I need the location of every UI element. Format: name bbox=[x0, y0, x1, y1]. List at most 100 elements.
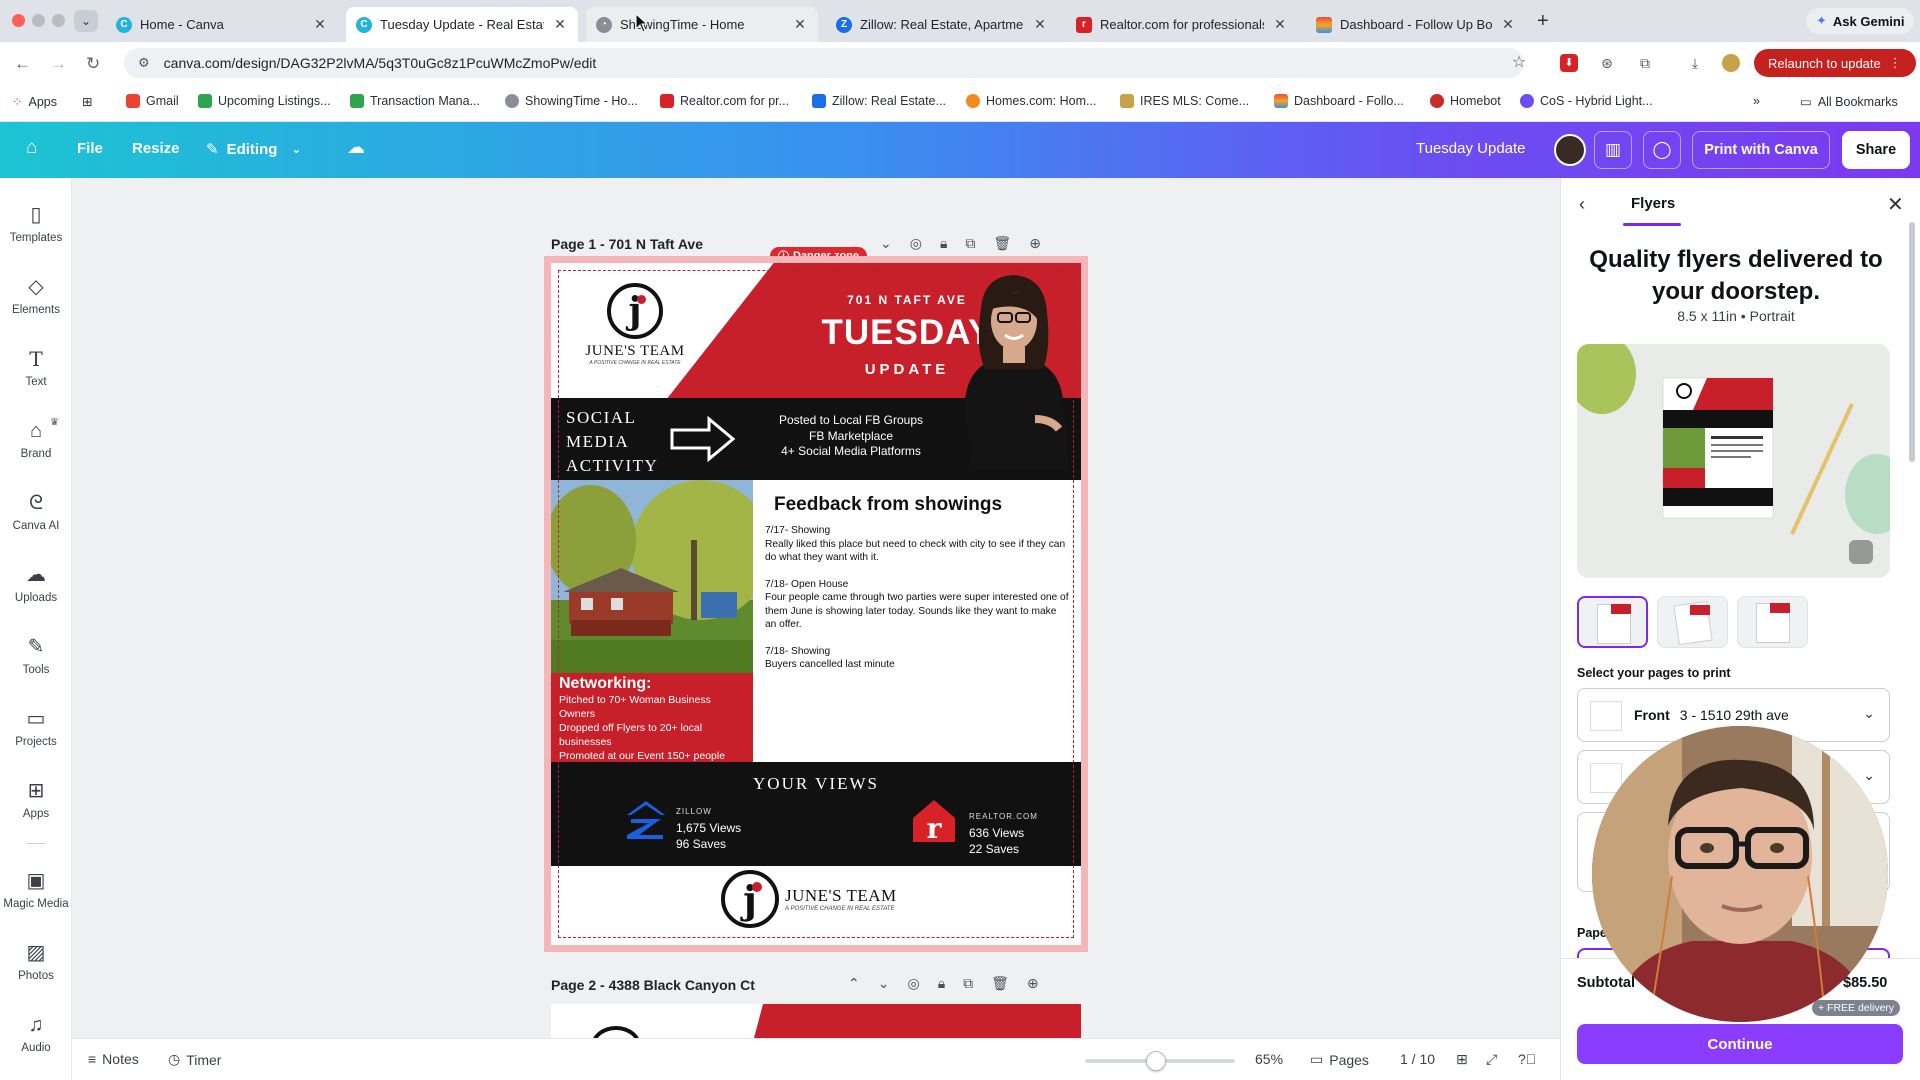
maximize-window-button[interactable] bbox=[52, 14, 65, 27]
social-media-list[interactable]: Posted to Local FB Groups FB Marketplace… bbox=[751, 413, 951, 460]
close-tab-icon[interactable]: ✕ bbox=[552, 16, 568, 33]
bookmark-gmail[interactable]: Gmail bbox=[126, 94, 179, 108]
profile-avatar-icon[interactable] bbox=[1722, 54, 1740, 72]
bookmark-zillow[interactable]: Zillow: Real Estate... bbox=[812, 94, 946, 108]
feedback-section[interactable]: Feedback from showings 7/17- Showing Rea… bbox=[753, 480, 1081, 762]
sidebar-item-canva-ai[interactable]: ᘓ Canva AI bbox=[0, 490, 72, 550]
junes-team-footer-logo[interactable]: j JUNE'S TEAM A POSITIVE CHANGE IN REAL … bbox=[721, 870, 897, 928]
close-tab-icon[interactable]: ✕ bbox=[1272, 16, 1288, 33]
lock-icon[interactable]: 🔒︎ bbox=[940, 235, 947, 252]
bookmark-ires-mls[interactable]: IRES MLS: Come... bbox=[1120, 94, 1249, 108]
extension-icon[interactable]: ⊛ bbox=[1598, 54, 1616, 72]
sidebar-item-apps[interactable]: ⊞ Apps bbox=[0, 778, 72, 838]
more-bookmarks-chevron-icon[interactable]: » bbox=[1753, 94, 1760, 108]
insights-chart-icon[interactable]: ▥ bbox=[1594, 131, 1632, 169]
webcam-overlay[interactable] bbox=[1592, 726, 1888, 1022]
duplicate-page-icon[interactable]: ⧉ bbox=[963, 975, 973, 992]
bookmark-cos[interactable]: CoS - Hybrid Light... bbox=[1520, 94, 1653, 108]
resize-menu[interactable]: Resize bbox=[132, 140, 180, 157]
fullscreen-icon[interactable]: ⤢ bbox=[1486, 1051, 1497, 1068]
bookmark-dashboard[interactable]: Dashboard - Follo... bbox=[1274, 94, 1404, 108]
your-views-section[interactable]: YOUR VIEWS ZILLOW 1,675 Views 96 Saves r… bbox=[551, 762, 1081, 866]
tab-realtor[interactable]: r Realtor.com for professionals ✕ bbox=[1066, 7, 1298, 42]
preview-thumbnail[interactable] bbox=[1577, 596, 1648, 648]
tab-follow-up-boss[interactable]: Dashboard - Follow Up Boss ✕ bbox=[1306, 7, 1526, 42]
page-counter[interactable]: 1 / 10 bbox=[1400, 1051, 1435, 1067]
timer-button[interactable]: ◷ Timer bbox=[168, 1051, 221, 1068]
notes-button[interactable]: ≡ Notes bbox=[88, 1051, 139, 1067]
back-chevron-icon[interactable]: ‹ bbox=[1579, 194, 1585, 215]
close-tab-icon[interactable]: ✕ bbox=[312, 16, 328, 33]
cloud-saved-icon[interactable]: ☁ bbox=[347, 137, 365, 158]
sidebar-item-text[interactable]: T Text bbox=[0, 346, 72, 406]
bookmark-homebot[interactable]: Homebot bbox=[1430, 94, 1501, 108]
address-bar[interactable]: ⚙ canva.com/design/DAG32P2lvMA/5q3T0uGc8… bbox=[124, 48, 1524, 78]
page-1-title[interactable]: Page 1 - 701 N Taft Ave bbox=[551, 236, 703, 252]
file-menu[interactable]: File bbox=[77, 140, 103, 157]
home-icon[interactable]: ⌂ bbox=[26, 137, 37, 159]
user-avatar[interactable] bbox=[1554, 134, 1586, 166]
comment-icon[interactable]: ◯ bbox=[1643, 131, 1681, 169]
print-with-canva-button[interactable]: Print with Canva bbox=[1692, 131, 1830, 169]
sidebar-item-projects[interactable]: ▭ Projects bbox=[0, 706, 72, 766]
close-tab-icon[interactable]: ✕ bbox=[1500, 16, 1516, 33]
lock-icon[interactable]: 🔒︎ bbox=[938, 975, 945, 992]
reload-icon[interactable]: ↻ bbox=[86, 54, 100, 74]
bookmark-apps[interactable]: ⁘ Apps bbox=[12, 94, 57, 110]
flyer-page-2[interactable] bbox=[551, 1004, 1081, 1038]
add-page-icon[interactable]: ⊕ bbox=[1029, 235, 1041, 252]
continue-button[interactable]: Continue bbox=[1577, 1024, 1903, 1064]
forward-arrow-icon[interactable]: → bbox=[50, 54, 67, 74]
sidebar-item-audio[interactable]: ♫ Audio bbox=[0, 1012, 72, 1072]
extension-icon[interactable]: ⬇ bbox=[1560, 54, 1578, 72]
duplicate-page-icon[interactable]: ⧉ bbox=[965, 235, 975, 252]
sidebar-item-elements[interactable]: ◇ Elements bbox=[0, 274, 72, 334]
tab-search-dropdown-icon[interactable]: ⌄ bbox=[74, 10, 98, 32]
delete-page-icon[interactable]: 🗑︎ bbox=[991, 975, 1009, 992]
new-tab-icon[interactable]: + bbox=[1537, 10, 1549, 33]
sidebar-item-magic-media[interactable]: ▣ Magic Media bbox=[0, 868, 72, 928]
pages-button[interactable]: ▭ Pages bbox=[1310, 1051, 1369, 1068]
page-2-title[interactable]: Page 2 - 4388 Black Canyon Ct bbox=[551, 977, 755, 993]
close-tab-icon[interactable]: ✕ bbox=[1032, 16, 1048, 33]
agent-portrait[interactable] bbox=[951, 269, 1073, 469]
flyer-page-1[interactable]: j JUNE'S TEAM A POSITIVE CHANGE IN REAL … bbox=[544, 256, 1088, 952]
hide-page-eye-icon[interactable]: ◎ bbox=[907, 975, 919, 992]
zoom-level[interactable]: 65% bbox=[1255, 1051, 1283, 1067]
extensions-puzzle-icon[interactable]: ⧉ bbox=[1636, 54, 1654, 72]
sidebar-item-templates[interactable]: ▯ Templates bbox=[0, 202, 72, 262]
close-tab-icon[interactable]: ✕ bbox=[792, 16, 808, 33]
site-info-icon[interactable]: ⚙ bbox=[138, 55, 150, 71]
editing-mode-dropdown[interactable]: ✎ Editing ⌄ bbox=[206, 140, 301, 159]
tab-tuesday-update[interactable]: C Tuesday Update - Real Estate ✕ bbox=[346, 7, 578, 42]
design-canvas[interactable]: Page 1 - 701 N Taft Ave ⓘ Danger zone ⌄ … bbox=[72, 178, 1560, 1038]
downloads-icon[interactable]: ⤓ bbox=[1686, 54, 1704, 72]
hide-page-eye-icon[interactable]: ◎ bbox=[910, 235, 922, 252]
bookmark-showingtime[interactable]: ShowingTime - Ho... bbox=[505, 94, 638, 108]
zoom-slider-handle[interactable] bbox=[1146, 1051, 1166, 1071]
move-page-up-icon[interactable]: ⌃ bbox=[848, 975, 860, 992]
back-arrow-icon[interactable]: ← bbox=[14, 54, 31, 74]
junes-team-logo[interactable]: j JUNE'S TEAM A POSITIVE CHANGE IN REAL … bbox=[565, 283, 705, 366]
close-window-button[interactable] bbox=[12, 14, 25, 27]
networking-section[interactable]: Networking: Pitched to 70+ Woman Busines… bbox=[551, 673, 753, 762]
preview-thumbnail[interactable] bbox=[1657, 596, 1728, 648]
help-icon[interactable]: ?⃝ bbox=[1518, 1051, 1536, 1067]
move-page-down-icon[interactable]: ⌄ bbox=[880, 235, 892, 252]
ask-gemini-button[interactable]: ✦ Ask Gemini bbox=[1806, 8, 1915, 34]
grid-view-icon[interactable]: ⊞ bbox=[1456, 1051, 1468, 1068]
close-panel-icon[interactable]: ✕ bbox=[1887, 192, 1904, 217]
bookmark-transaction-manager[interactable]: Transaction Mana... bbox=[350, 94, 480, 108]
bookmark-realtor[interactable]: Realtor.com for pr... bbox=[660, 94, 789, 108]
tab-home-canva[interactable]: C Home - Canva ✕ bbox=[106, 7, 338, 42]
design-title[interactable]: Tuesday Update bbox=[1416, 140, 1526, 157]
sidebar-item-photos[interactable]: ▨ Photos bbox=[0, 940, 72, 1000]
bookmark-star-icon[interactable]: ☆ bbox=[1510, 54, 1528, 72]
bookmark-upcoming-listings[interactable]: Upcoming Listings... bbox=[198, 94, 331, 108]
relaunch-to-update-button[interactable]: Relaunch to update ⋮ bbox=[1754, 49, 1916, 77]
bookmark-grid[interactable]: ⊞ bbox=[82, 94, 92, 109]
delete-page-icon[interactable]: 🗑︎ bbox=[993, 235, 1011, 252]
move-page-down-icon[interactable]: ⌄ bbox=[878, 975, 890, 992]
sidebar-item-uploads[interactable]: ☁ Uploads bbox=[0, 562, 72, 622]
sidebar-item-brand[interactable]: ⌂ ♛ Brand bbox=[0, 417, 72, 478]
